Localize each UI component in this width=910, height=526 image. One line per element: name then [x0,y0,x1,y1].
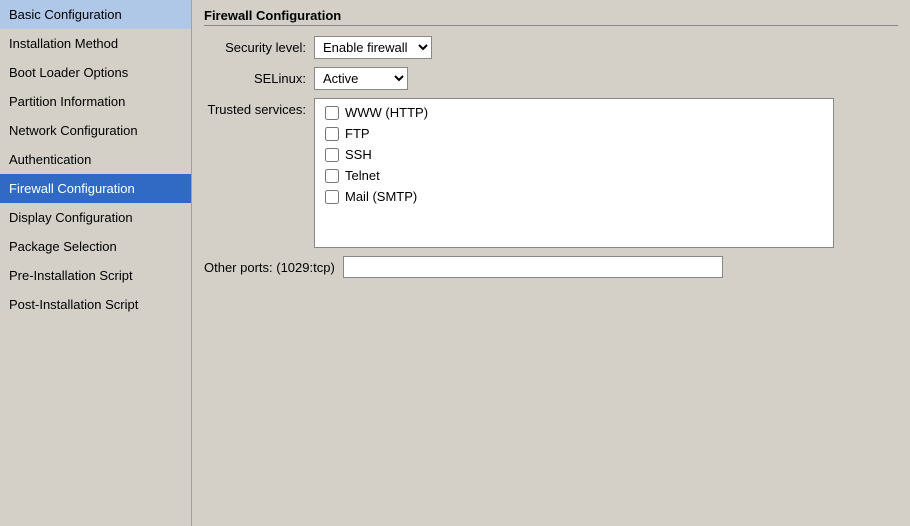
checkbox-ssh[interactable] [325,148,339,162]
selinux-select[interactable]: ActivePermissiveDisabled [314,67,408,90]
sidebar-item-network-configuration[interactable]: Network Configuration [0,116,191,145]
other-ports-input[interactable] [343,256,723,278]
sidebar-item-boot-loader-options[interactable]: Boot Loader Options [0,58,191,87]
security-level-label: Security level: [204,40,314,55]
sidebar-item-installation-method[interactable]: Installation Method [0,29,191,58]
checkbox-www[interactable] [325,106,339,120]
trusted-services-row: Trusted services: WWW (HTTP) FTP SSH Telnet… [204,98,898,248]
trusted-service-ssh: SSH [325,147,823,162]
security-level-select[interactable]: Enable firewallDisable firewallNo firewa… [314,36,432,59]
trusted-services-label: Trusted services: [204,98,314,117]
panel-title: Firewall Configuration [204,8,898,26]
label-www: WWW (HTTP) [345,105,428,120]
selinux-row: SELinux: ActivePermissiveDisabled [204,67,898,90]
security-level-row: Security level: Enable firewallDisable f… [204,36,898,59]
selinux-label: SELinux: [204,71,314,86]
sidebar-item-basic-configuration[interactable]: Basic Configuration [0,0,191,29]
other-ports-label: Other ports: (1029:tcp) [204,260,343,275]
sidebar-item-firewall-configuration[interactable]: Firewall Configuration [0,174,191,203]
main-panel: Firewall Configuration Security level: E… [192,0,910,526]
sidebar-item-package-selection[interactable]: Package Selection [0,232,191,261]
label-telnet: Telnet [345,168,380,183]
other-ports-row: Other ports: (1029:tcp) [204,256,898,278]
checkbox-ftp[interactable] [325,127,339,141]
sidebar-item-display-configuration[interactable]: Display Configuration [0,203,191,232]
sidebar: Basic ConfigurationInstallation MethodBo… [0,0,192,526]
sidebar-item-pre-installation-script[interactable]: Pre-Installation Script [0,261,191,290]
sidebar-item-post-installation-script[interactable]: Post-Installation Script [0,290,191,319]
trusted-services-box: WWW (HTTP) FTP SSH Telnet Mail (SMTP) [314,98,834,248]
label-ftp: FTP [345,126,370,141]
trusted-service-mail: Mail (SMTP) [325,189,823,204]
label-mail: Mail (SMTP) [345,189,417,204]
checkbox-telnet[interactable] [325,169,339,183]
trusted-service-www: WWW (HTTP) [325,105,823,120]
checkbox-mail[interactable] [325,190,339,204]
label-ssh: SSH [345,147,372,162]
sidebar-item-partition-information[interactable]: Partition Information [0,87,191,116]
trusted-service-telnet: Telnet [325,168,823,183]
sidebar-item-authentication[interactable]: Authentication [0,145,191,174]
trusted-service-ftp: FTP [325,126,823,141]
